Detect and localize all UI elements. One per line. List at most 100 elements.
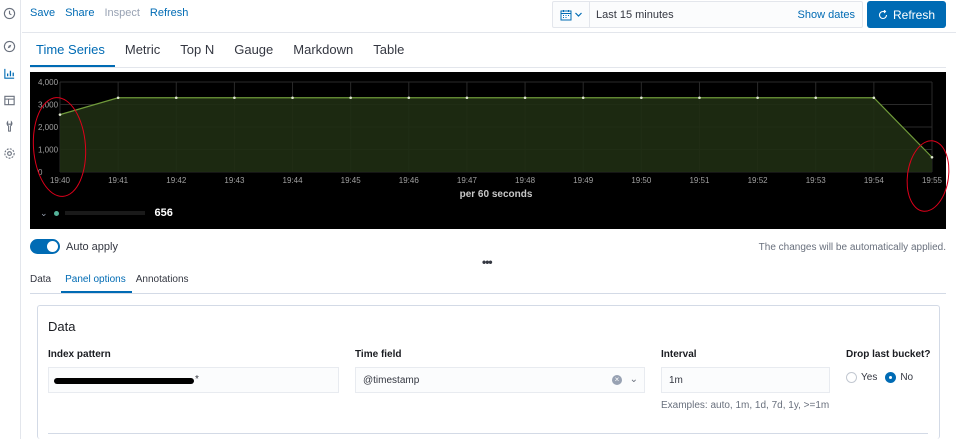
left-nav-rail bbox=[0, 0, 21, 439]
data-point bbox=[407, 96, 411, 100]
bar-chart-icon[interactable] bbox=[3, 67, 16, 80]
x-tick-label: 19:44 bbox=[283, 176, 304, 185]
redacted-index-pattern bbox=[54, 378, 194, 384]
x-tick-label: 19:42 bbox=[166, 176, 187, 185]
data-point bbox=[814, 96, 818, 100]
compass-icon[interactable] bbox=[3, 40, 16, 53]
tab-data[interactable]: Data bbox=[30, 270, 57, 293]
drop-last-bucket-label: Drop last bucket? bbox=[846, 349, 931, 360]
tab-gauge[interactable]: Gauge bbox=[224, 34, 283, 67]
time-range-text[interactable]: Last 15 minutes bbox=[590, 9, 798, 21]
tab-top-n[interactable]: Top N bbox=[170, 34, 224, 67]
share-link[interactable]: Share bbox=[65, 7, 94, 19]
interval-label: Interval bbox=[661, 349, 697, 360]
panel-options-form: Data Index pattern * Time field @timesta… bbox=[37, 305, 940, 439]
divider bbox=[48, 433, 928, 434]
drop-last-bucket-radios: Yes No bbox=[846, 372, 913, 383]
save-link[interactable]: Save bbox=[30, 7, 55, 19]
drop-no-label: No bbox=[900, 372, 914, 383]
data-point bbox=[872, 96, 876, 100]
chevron-down-icon[interactable]: ⌄ bbox=[630, 374, 638, 385]
clear-icon[interactable]: × bbox=[612, 375, 622, 385]
index-pattern-input[interactable]: * bbox=[48, 367, 339, 393]
radio-circle-selected bbox=[885, 372, 897, 383]
tab-markdown[interactable]: Markdown bbox=[283, 34, 363, 67]
show-dates-link[interactable]: Show dates bbox=[798, 9, 862, 21]
chevron-down-icon[interactable]: ⌄ bbox=[40, 208, 48, 219]
tab-table[interactable]: Table bbox=[363, 34, 414, 67]
data-point bbox=[349, 96, 352, 100]
index-pattern-suffix: * bbox=[195, 374, 199, 385]
top-menu: Save Share Inspect Refresh bbox=[30, 7, 188, 19]
time-picker: Last 15 minutes Show dates bbox=[552, 1, 863, 28]
legend-series-value: 656 bbox=[154, 207, 173, 219]
calendar-icon bbox=[560, 9, 571, 20]
auto-apply-label: Auto apply bbox=[66, 240, 118, 253]
interval-value: 1m bbox=[669, 374, 683, 386]
redacted-series-name bbox=[64, 211, 145, 215]
resize-handle-icon[interactable]: ••• bbox=[482, 255, 493, 269]
refresh-button-label: Refresh bbox=[892, 7, 936, 22]
x-tick-label: 19:46 bbox=[399, 176, 420, 185]
interval-help-text: Examples: auto, 1m, 1d, 7d, 1y, >=1m bbox=[661, 400, 830, 411]
drop-yes-radio[interactable]: Yes bbox=[846, 372, 877, 383]
x-axis-label: per 60 seconds bbox=[460, 189, 533, 200]
clock-icon[interactable] bbox=[3, 7, 16, 20]
wrench-icon[interactable] bbox=[3, 120, 16, 133]
refresh-icon bbox=[878, 9, 888, 19]
x-tick-label: 19:52 bbox=[748, 176, 769, 185]
x-tick-label: 19:43 bbox=[224, 176, 245, 185]
drop-yes-label: Yes bbox=[861, 372, 878, 383]
visualization-type-tabs: Time Series Metric Top N Gauge Markdown … bbox=[30, 34, 946, 68]
x-tick-label: 19:41 bbox=[108, 176, 129, 185]
x-tick-label: 19:53 bbox=[806, 176, 827, 185]
index-pattern-label: Index pattern bbox=[48, 349, 111, 360]
radio-circle bbox=[846, 372, 857, 383]
time-field-select[interactable]: @timestamp × ⌄ bbox=[355, 367, 645, 393]
dashboard-icon[interactable] bbox=[3, 94, 16, 107]
time-field-value: @timestamp bbox=[363, 374, 420, 386]
gear-icon[interactable] bbox=[3, 147, 16, 160]
series-color-swatch bbox=[53, 210, 59, 216]
data-point bbox=[174, 96, 178, 100]
chart-svg: 4,0003,0002,0001,000019:40 19:41 19:42 19:4… bbox=[38, 78, 943, 200]
time-field-label: Time field bbox=[355, 349, 402, 360]
chevron-down-icon bbox=[574, 12, 582, 17]
data-point bbox=[465, 96, 469, 100]
chart-legend[interactable]: ⌄ 656 bbox=[40, 207, 173, 219]
auto-apply-note: The changes will be automatically applie… bbox=[758, 242, 946, 253]
x-tick-label: 19:47 bbox=[457, 176, 478, 185]
tab-panel-options[interactable]: Panel options bbox=[61, 270, 132, 293]
tab-annotations[interactable]: Annotations bbox=[136, 270, 195, 293]
refresh-link[interactable]: Refresh bbox=[150, 7, 189, 19]
x-tick-label: 19:50 bbox=[631, 176, 652, 185]
time-series-chart[interactable]: 4,000 3,000 2,000 1,000 0 19:40 19:41 19:42 19:4… bbox=[30, 72, 946, 229]
inspect-link: Inspect bbox=[104, 7, 140, 19]
data-point bbox=[581, 96, 585, 100]
editor-tabs: Data Panel options Annotations bbox=[30, 270, 946, 294]
x-tick-label: 19:51 bbox=[689, 176, 710, 185]
tab-time-series[interactable]: Time Series bbox=[30, 34, 115, 67]
x-tick-label: 19:54 bbox=[864, 176, 885, 185]
data-point bbox=[291, 96, 294, 100]
quick-select-button[interactable] bbox=[553, 2, 590, 27]
auto-apply-toggle[interactable] bbox=[30, 239, 60, 254]
y-tick-label: 4,000 bbox=[38, 78, 59, 87]
x-tick-label: 19:49 bbox=[573, 176, 594, 185]
data-point bbox=[640, 96, 643, 100]
panel-section-title: Data bbox=[48, 319, 76, 334]
data-point bbox=[116, 96, 120, 100]
auto-apply-control: Auto apply bbox=[30, 239, 118, 254]
data-point bbox=[756, 96, 759, 100]
x-tick-label: 19:45 bbox=[341, 176, 362, 185]
data-point bbox=[523, 96, 527, 100]
interval-input[interactable]: 1m bbox=[661, 367, 830, 393]
data-point bbox=[233, 96, 236, 100]
refresh-button[interactable]: Refresh bbox=[867, 1, 946, 28]
drop-no-radio[interactable]: No bbox=[885, 372, 913, 383]
series-area bbox=[60, 97, 932, 172]
tab-metric[interactable]: Metric bbox=[115, 34, 170, 67]
x-tick-label: 19:48 bbox=[515, 176, 536, 185]
top-nav-bar: Save Share Inspect Refresh Last 15 minut… bbox=[22, 0, 956, 33]
data-point bbox=[698, 96, 701, 100]
